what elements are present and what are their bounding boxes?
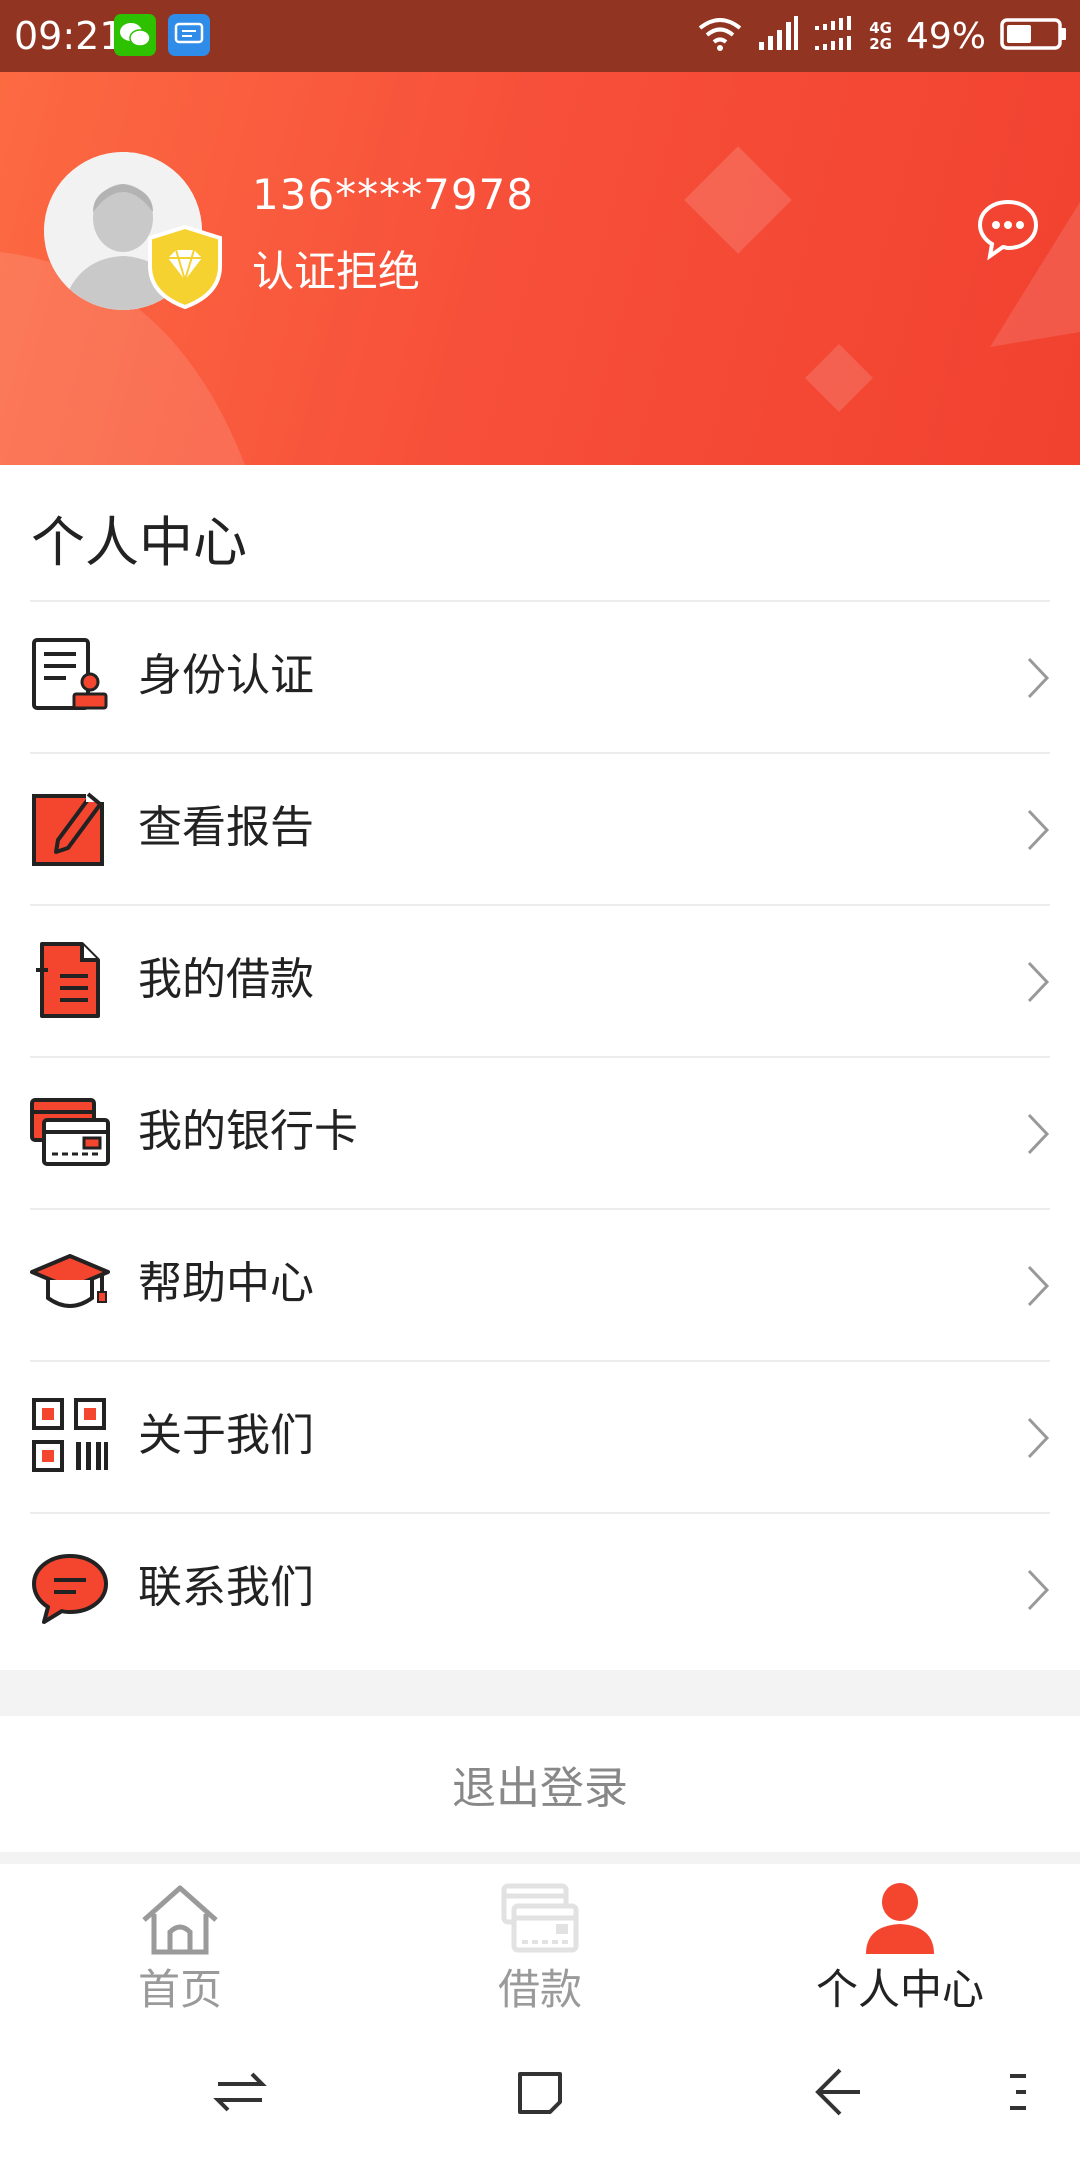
message-button[interactable] [976, 197, 1040, 261]
vip-shield-icon [146, 224, 224, 310]
status-time: 09:21 [14, 14, 124, 58]
menu-item-bank-card[interactable]: 我的银行卡 [30, 1056, 1050, 1208]
menu-item-label: 帮助中心 [138, 1258, 314, 1309]
menu-item-label: 我的借款 [138, 954, 314, 1005]
tab-loan[interactable]: 借款 [360, 1864, 720, 2020]
section-divider [0, 1670, 1080, 1716]
menu-list: 身份认证 查看报告 我的借款 我的银行卡 帮助中心 关于我们 联系我们 [0, 600, 1080, 1664]
wechat-icon [114, 14, 156, 56]
status-bar: 09:21 4G 2G 49% [0, 0, 1080, 72]
tab-home[interactable]: 首页 [0, 1864, 360, 2020]
bottom-tab-bar: 首页 借款 个人中心 [0, 1864, 1080, 2020]
user-phone: 136****7978 [252, 170, 535, 219]
tab-profile[interactable]: 个人中心 [720, 1864, 1080, 2020]
menu-dots-icon[interactable] [1000, 2062, 1040, 2122]
switch-icon[interactable] [210, 2062, 270, 2122]
graduation-cap-icon [30, 1254, 110, 1308]
qr-code-icon [32, 1398, 108, 1472]
menu-item-label: 关于我们 [138, 1410, 314, 1461]
certification-status: 认证拒绝 [252, 247, 421, 296]
home-icon [142, 1885, 218, 1955]
tab-label: 个人中心 [815, 1965, 984, 2014]
menu-item-label: 我的银行卡 [138, 1106, 358, 1157]
section-title: 个人中心 [31, 511, 247, 574]
battery-percent: 49% [905, 15, 986, 57]
menu-item-about[interactable]: 关于我们 [30, 1360, 1050, 1512]
tab-label: 借款 [497, 1965, 582, 2014]
back-icon[interactable] [808, 2062, 868, 2122]
logout-button[interactable]: 退出登录 [0, 1716, 1080, 1852]
person-icon [866, 1883, 934, 1954]
menu-item-label: 身份认证 [138, 650, 314, 701]
loan-document-icon [36, 942, 100, 1018]
card-stack-icon [501, 1883, 579, 1953]
id-card-stamp-icon [32, 638, 108, 710]
signal-dual-icon [813, 16, 855, 56]
chevron-right-icon [1027, 1265, 1050, 1307]
section-divider [0, 1852, 1080, 1864]
menu-item-identity[interactable]: 身份认证 [30, 600, 1050, 752]
chevron-right-icon [1027, 1569, 1050, 1611]
battery-icon [1000, 17, 1068, 55]
chat-bubble-icon [32, 1554, 108, 1624]
menu-item-label: 查看报告 [138, 802, 314, 853]
chevron-right-icon [1027, 657, 1050, 699]
system-nav-bar [0, 2020, 1080, 2160]
menu-item-label: 联系我们 [138, 1562, 314, 1613]
network-type: 4G 2G [869, 19, 892, 53]
chevron-right-icon [1027, 809, 1050, 851]
wifi-icon [697, 16, 743, 56]
menu-item-loans[interactable]: 我的借款 [30, 904, 1050, 1056]
chevron-right-icon [1027, 961, 1050, 1003]
chevron-right-icon [1027, 1417, 1050, 1459]
bank-card-icon [30, 1098, 110, 1166]
menu-item-report[interactable]: 查看报告 [30, 752, 1050, 904]
signal-icon [757, 16, 799, 56]
menu-item-help[interactable]: 帮助中心 [30, 1208, 1050, 1360]
tab-label: 首页 [137, 1965, 222, 2014]
message-app-icon [168, 14, 210, 56]
chat-icon [977, 199, 1039, 261]
chevron-right-icon [1027, 1113, 1050, 1155]
report-edit-icon [32, 792, 106, 866]
home-square-icon[interactable] [510, 2062, 570, 2122]
profile-header: 136****7978 认证拒绝 [0, 72, 1080, 465]
menu-item-contact[interactable]: 联系我们 [30, 1512, 1050, 1664]
